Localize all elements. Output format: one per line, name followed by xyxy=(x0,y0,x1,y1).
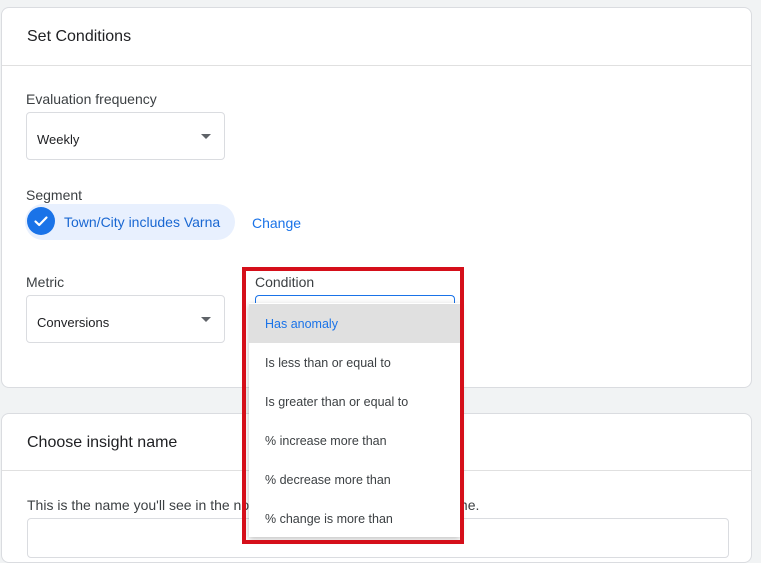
check-icon xyxy=(27,207,55,235)
change-segment-link[interactable]: Change xyxy=(252,215,301,231)
insight-name-title: Choose insight name xyxy=(27,434,178,451)
evaluation-frequency-select[interactable]: Weekly xyxy=(26,112,225,160)
insight-name-helper-start: This is the name you'll see in the not xyxy=(27,497,254,513)
segment-label: Segment xyxy=(26,187,83,203)
evaluation-frequency-label: Evaluation frequency xyxy=(26,91,157,107)
metric-value: Conversions xyxy=(37,315,110,330)
chevron-down-icon xyxy=(201,317,211,322)
metric-label: Metric xyxy=(26,274,65,290)
segment-chip-label: Town/City includes Varna xyxy=(64,214,221,230)
divider xyxy=(2,65,751,66)
chevron-down-icon xyxy=(201,134,211,139)
segment-chip[interactable]: Town/City includes Varna xyxy=(25,204,235,240)
metric-select[interactable]: Conversions xyxy=(26,295,225,343)
evaluation-frequency-value: Weekly xyxy=(37,132,80,147)
set-conditions-title: Set Conditions xyxy=(27,28,132,45)
highlight-box xyxy=(242,267,464,544)
